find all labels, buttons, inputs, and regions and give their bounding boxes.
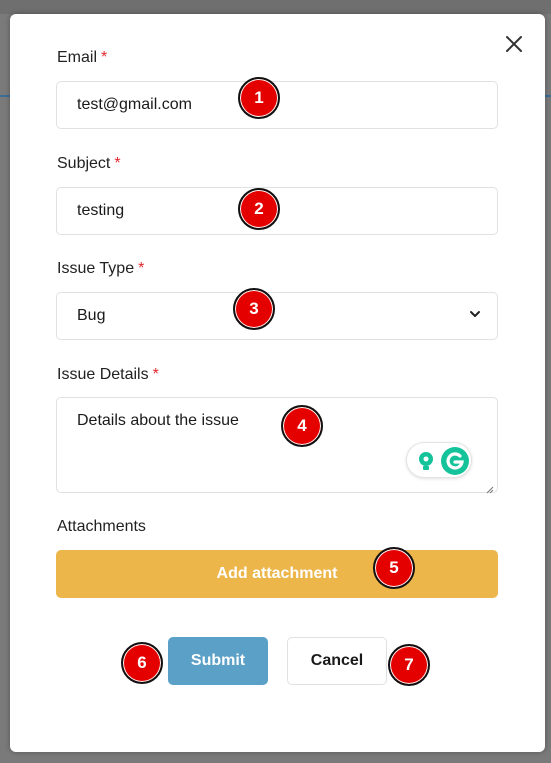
resize-handle-icon[interactable] bbox=[486, 481, 494, 494]
annotation-marker: 7 bbox=[388, 644, 430, 686]
submit-button[interactable]: Submit bbox=[168, 637, 268, 685]
issue-details-label-text: Issue Details bbox=[57, 366, 149, 383]
issue-type-label-text: Issue Type bbox=[57, 260, 135, 277]
subject-label-text: Subject bbox=[57, 155, 111, 172]
annotation-marker: 2 bbox=[238, 188, 280, 230]
issue-report-dialog: Email * test@gmail.com Subject * testing I… bbox=[10, 14, 545, 752]
issue-type-label: Issue Type * bbox=[57, 260, 144, 278]
required-asterisk: * bbox=[114, 155, 121, 172]
annotation-marker: 4 bbox=[281, 405, 323, 447]
issue-type-value: Bug bbox=[77, 307, 106, 324]
grammarly-widget[interactable] bbox=[406, 442, 472, 478]
lightbulb-icon[interactable] bbox=[417, 451, 435, 471]
issue-details-value: Details about the issue bbox=[77, 412, 239, 429]
required-asterisk: * bbox=[101, 49, 108, 66]
subject-value: testing bbox=[77, 202, 125, 219]
close-icon[interactable] bbox=[502, 32, 526, 56]
subject-label: Subject * bbox=[57, 155, 121, 173]
add-attachment-button[interactable]: Add attachment bbox=[56, 550, 498, 598]
issue-details-label: Issue Details * bbox=[57, 366, 159, 384]
backdrop bbox=[0, 0, 551, 14]
annotation-marker: 3 bbox=[233, 288, 275, 330]
backdrop-divider bbox=[0, 95, 10, 97]
grammarly-icon[interactable] bbox=[441, 447, 469, 475]
required-asterisk: * bbox=[152, 366, 159, 383]
required-asterisk: * bbox=[138, 260, 145, 277]
annotation-marker: 5 bbox=[373, 547, 415, 589]
email-value: test@gmail.com bbox=[77, 96, 192, 113]
chevron-down-icon bbox=[469, 307, 481, 325]
issue-type-select[interactable]: Bug bbox=[56, 292, 498, 340]
email-label-text: Email bbox=[57, 49, 98, 66]
annotation-marker: 1 bbox=[238, 77, 280, 119]
annotation-marker: 6 bbox=[121, 642, 163, 684]
email-label: Email * bbox=[57, 49, 107, 67]
cancel-button[interactable]: Cancel bbox=[287, 637, 387, 685]
attachments-label: Attachments bbox=[57, 518, 146, 535]
